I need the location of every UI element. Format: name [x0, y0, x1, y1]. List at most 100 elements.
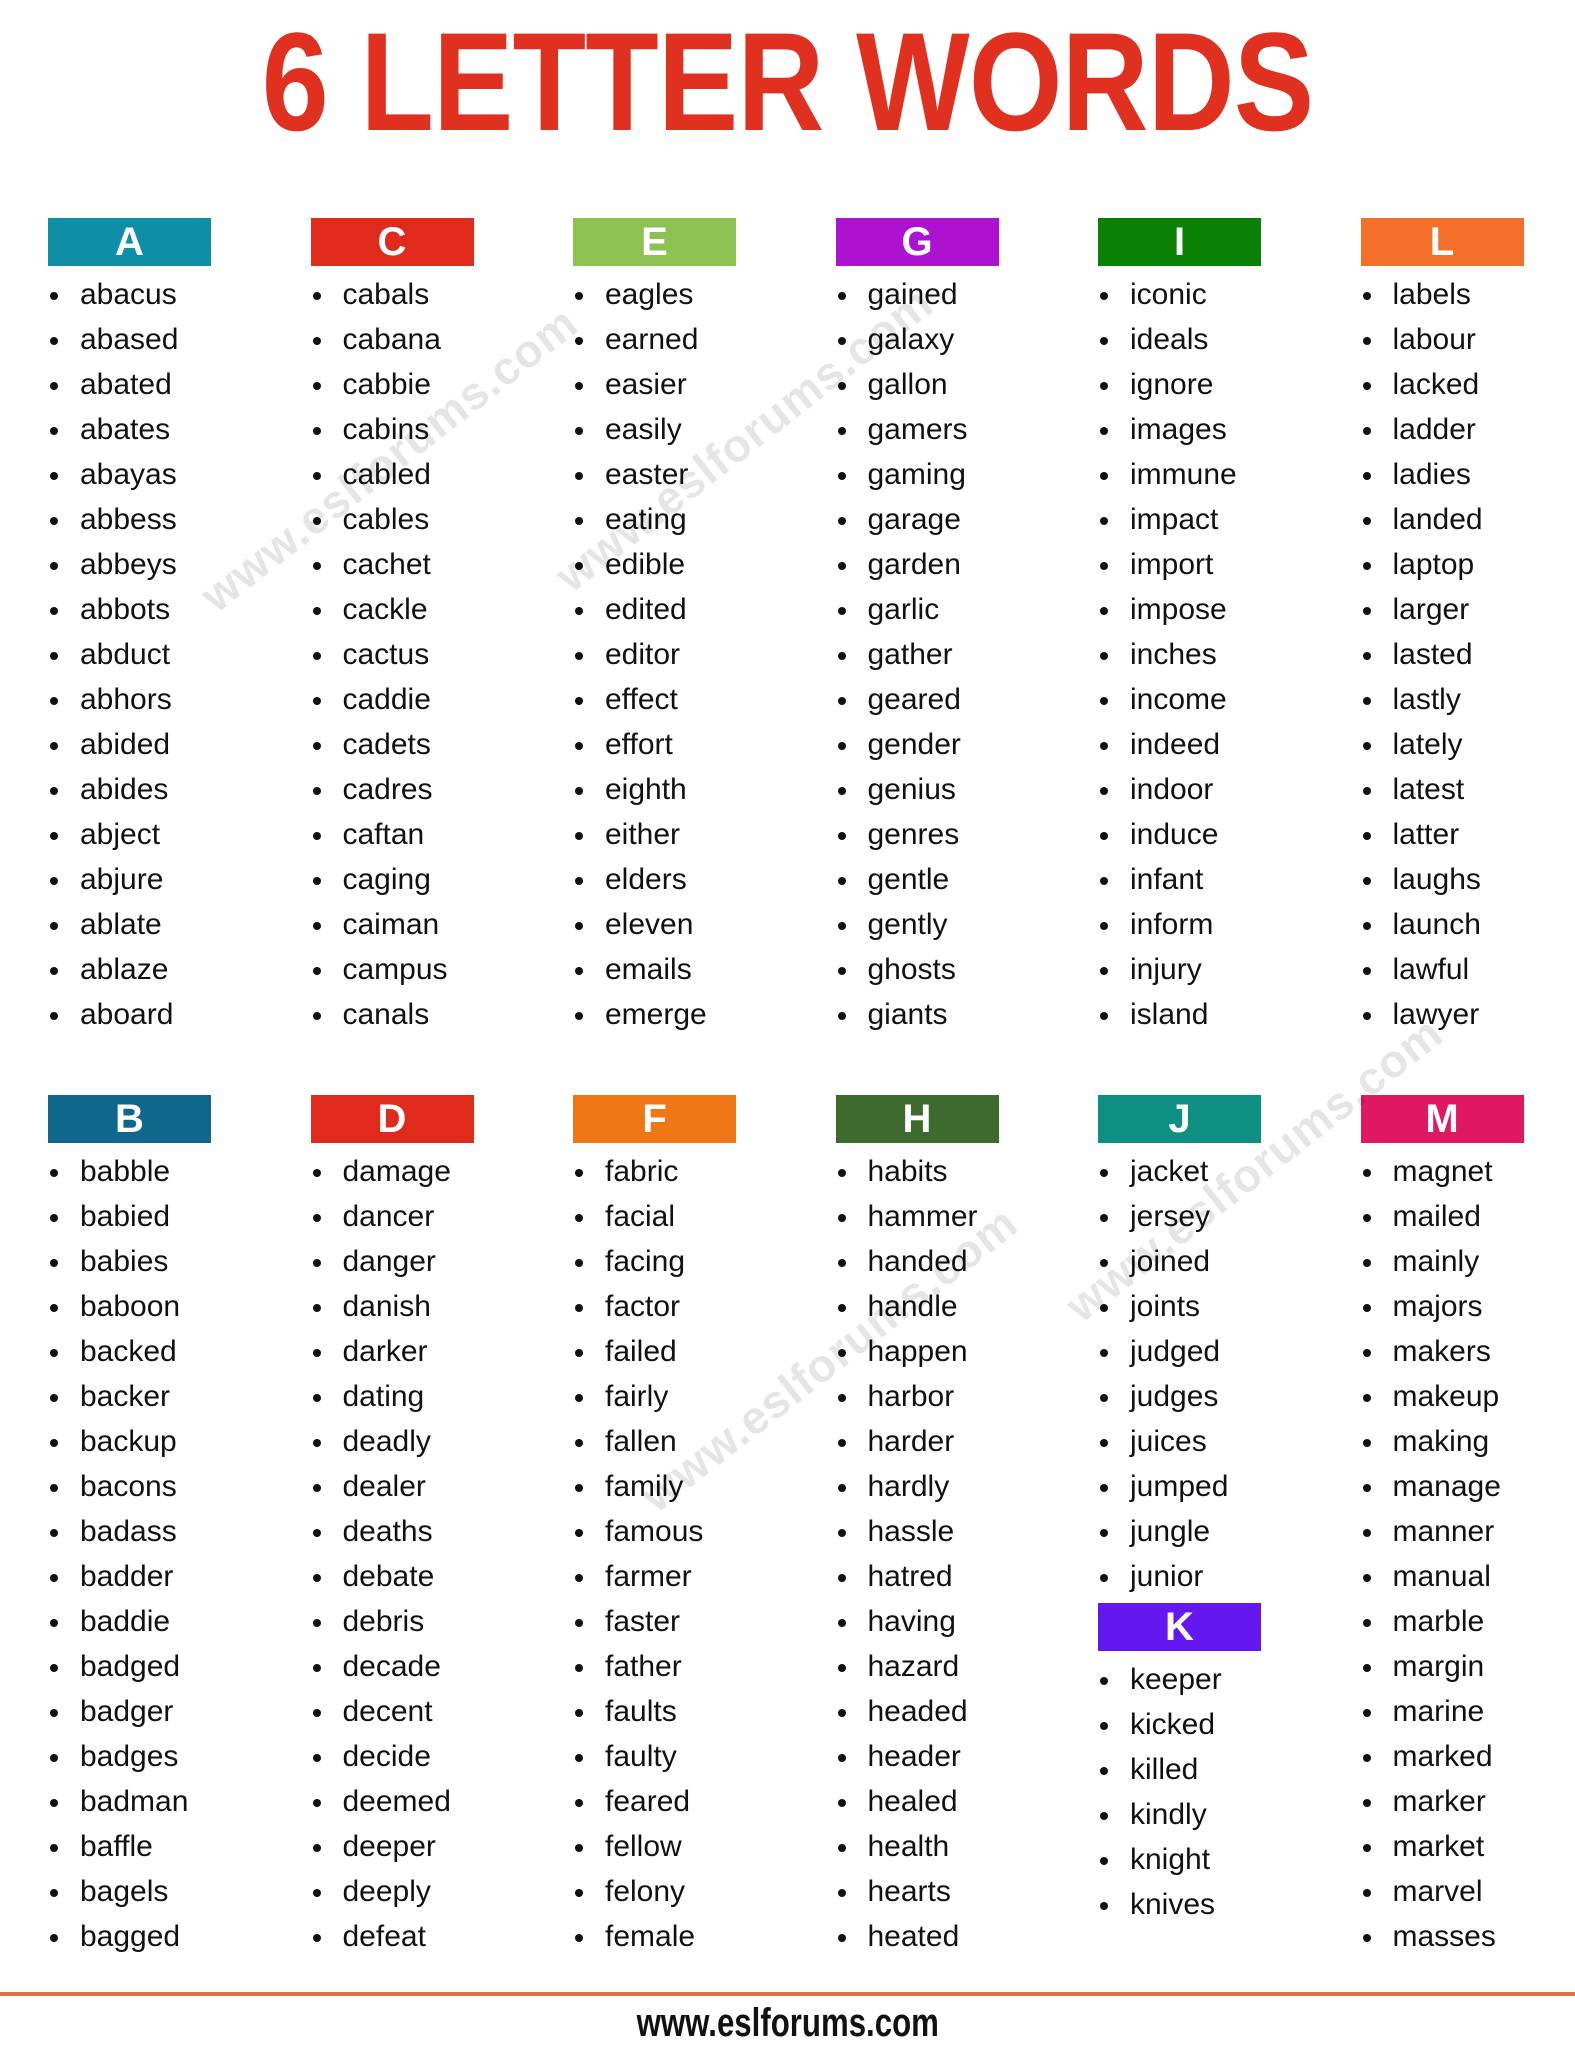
letter-badge-k: K: [1098, 1603, 1261, 1651]
word-item: killed: [1056, 1747, 1307, 1792]
word-item: iconic: [1056, 272, 1307, 317]
word-item: family: [531, 1464, 782, 1509]
word-item: female: [531, 1914, 782, 1959]
letter-badge-m: M: [1360, 1095, 1524, 1143]
word-item: headed: [794, 1689, 1045, 1734]
word-item: bagged: [6, 1914, 257, 1959]
word-item: failed: [531, 1329, 782, 1374]
word-item: cabins: [269, 407, 520, 452]
letter-badge-i: I: [1098, 218, 1261, 266]
word-item: making: [1319, 1419, 1570, 1464]
poster-page: 6 LETTER WORDS Aabacus abased abated abates…: [0, 0, 1575, 2048]
letter-column-m: Mmagnet mailed mainly majors makers makeup mak…: [1313, 1095, 1575, 1959]
word-item: editor: [531, 632, 782, 677]
word-item: canals: [269, 992, 520, 1037]
letter-badge-a: A: [48, 218, 211, 266]
word-item: jungle: [1056, 1509, 1307, 1554]
word-item: gently: [794, 902, 1045, 947]
word-item: manual: [1319, 1554, 1570, 1599]
word-item: geared: [794, 677, 1045, 722]
word-item: badman: [6, 1779, 257, 1824]
word-item: fabric: [531, 1149, 782, 1194]
word-item: gallon: [794, 362, 1045, 407]
letter-column-l: Llabels labour lacked ladder ladies landed lap…: [1313, 218, 1575, 1037]
word-item: lawyer: [1319, 992, 1570, 1037]
word-item: marked: [1319, 1734, 1570, 1779]
letter-badge-b: B: [48, 1095, 211, 1143]
letter-badge-e: E: [573, 218, 736, 266]
word-item: fairly: [531, 1374, 782, 1419]
word-item: cabled: [269, 452, 520, 497]
word-item: babies: [6, 1239, 257, 1284]
word-item: laughs: [1319, 857, 1570, 902]
word-item: makeup: [1319, 1374, 1570, 1419]
word-item: marvel: [1319, 1869, 1570, 1914]
word-item: deadly: [269, 1419, 520, 1464]
letter-badge-h: H: [835, 1095, 999, 1143]
word-item: heated: [794, 1914, 1045, 1959]
word-item: effort: [531, 722, 782, 767]
word-item: earned: [531, 317, 782, 362]
word-item: jersey: [1056, 1194, 1307, 1239]
word-item: margin: [1319, 1644, 1570, 1689]
word-item: happen: [794, 1329, 1045, 1374]
word-item: darker: [269, 1329, 520, 1374]
word-item: caiman: [269, 902, 520, 947]
letter-badge-c: C: [310, 218, 474, 266]
word-item: baddie: [6, 1599, 257, 1644]
word-item: latest: [1319, 767, 1570, 812]
word-item: abayas: [6, 452, 257, 497]
word-list-i: iconic ideals ignore images immune impact impo…: [1056, 272, 1307, 1037]
word-item: effect: [531, 677, 782, 722]
letter-column-d: Ddamage dancer danger danish darker dating dea…: [263, 1095, 526, 1959]
word-list-h: habits hammer handed handle happen harbor hard…: [794, 1149, 1045, 1959]
word-item: ladder: [1319, 407, 1570, 452]
word-item: decide: [269, 1734, 520, 1779]
word-item: emails: [531, 947, 782, 992]
word-item: eleven: [531, 902, 782, 947]
word-item: impose: [1056, 587, 1307, 632]
word-item: abates: [6, 407, 257, 452]
word-item: income: [1056, 677, 1307, 722]
word-item: garage: [794, 497, 1045, 542]
word-list-m: magnet mailed mainly majors makers makeup maki…: [1319, 1149, 1570, 1959]
word-item: famous: [531, 1509, 782, 1554]
word-item: lawful: [1319, 947, 1570, 992]
word-item: facial: [531, 1194, 782, 1239]
word-item: hassle: [794, 1509, 1045, 1554]
word-item: manage: [1319, 1464, 1570, 1509]
word-item: decade: [269, 1644, 520, 1689]
word-item: father: [531, 1644, 782, 1689]
word-item: abhors: [6, 677, 257, 722]
word-item: abided: [6, 722, 257, 767]
word-item: latter: [1319, 812, 1570, 857]
word-item: facing: [531, 1239, 782, 1284]
word-item: masses: [1319, 1914, 1570, 1959]
word-item: knives: [1056, 1882, 1307, 1927]
word-item: gender: [794, 722, 1045, 767]
word-item: indoor: [1056, 767, 1307, 812]
letter-column-j: Jjacket jersey joined joints judged judges jui…: [1050, 1095, 1313, 1959]
word-item: header: [794, 1734, 1045, 1779]
word-item: joined: [1056, 1239, 1307, 1284]
word-item: inches: [1056, 632, 1307, 677]
word-item: abject: [6, 812, 257, 857]
letter-column-h: Hhabits hammer handed handle happen harbor har…: [788, 1095, 1051, 1959]
word-item: injury: [1056, 947, 1307, 992]
word-item: launch: [1319, 902, 1570, 947]
word-item: cachet: [269, 542, 520, 587]
word-item: deaths: [269, 1509, 520, 1554]
word-item: badder: [6, 1554, 257, 1599]
word-item: baboon: [6, 1284, 257, 1329]
word-item: dating: [269, 1374, 520, 1419]
word-item: jacket: [1056, 1149, 1307, 1194]
letter-badge-j: J: [1098, 1095, 1261, 1143]
word-item: cackle: [269, 587, 520, 632]
footer-site-label: www.eslforums.com: [636, 2001, 939, 2045]
word-item: danger: [269, 1239, 520, 1284]
word-item: kindly: [1056, 1792, 1307, 1837]
word-item: gentle: [794, 857, 1045, 902]
letter-column-b: Bbabble babied babies baboon backed backer bac…: [0, 1095, 263, 1959]
letter-column-i: Iiconic ideals ignore images immune impact imp…: [1050, 218, 1313, 1037]
word-item: debris: [269, 1599, 520, 1644]
